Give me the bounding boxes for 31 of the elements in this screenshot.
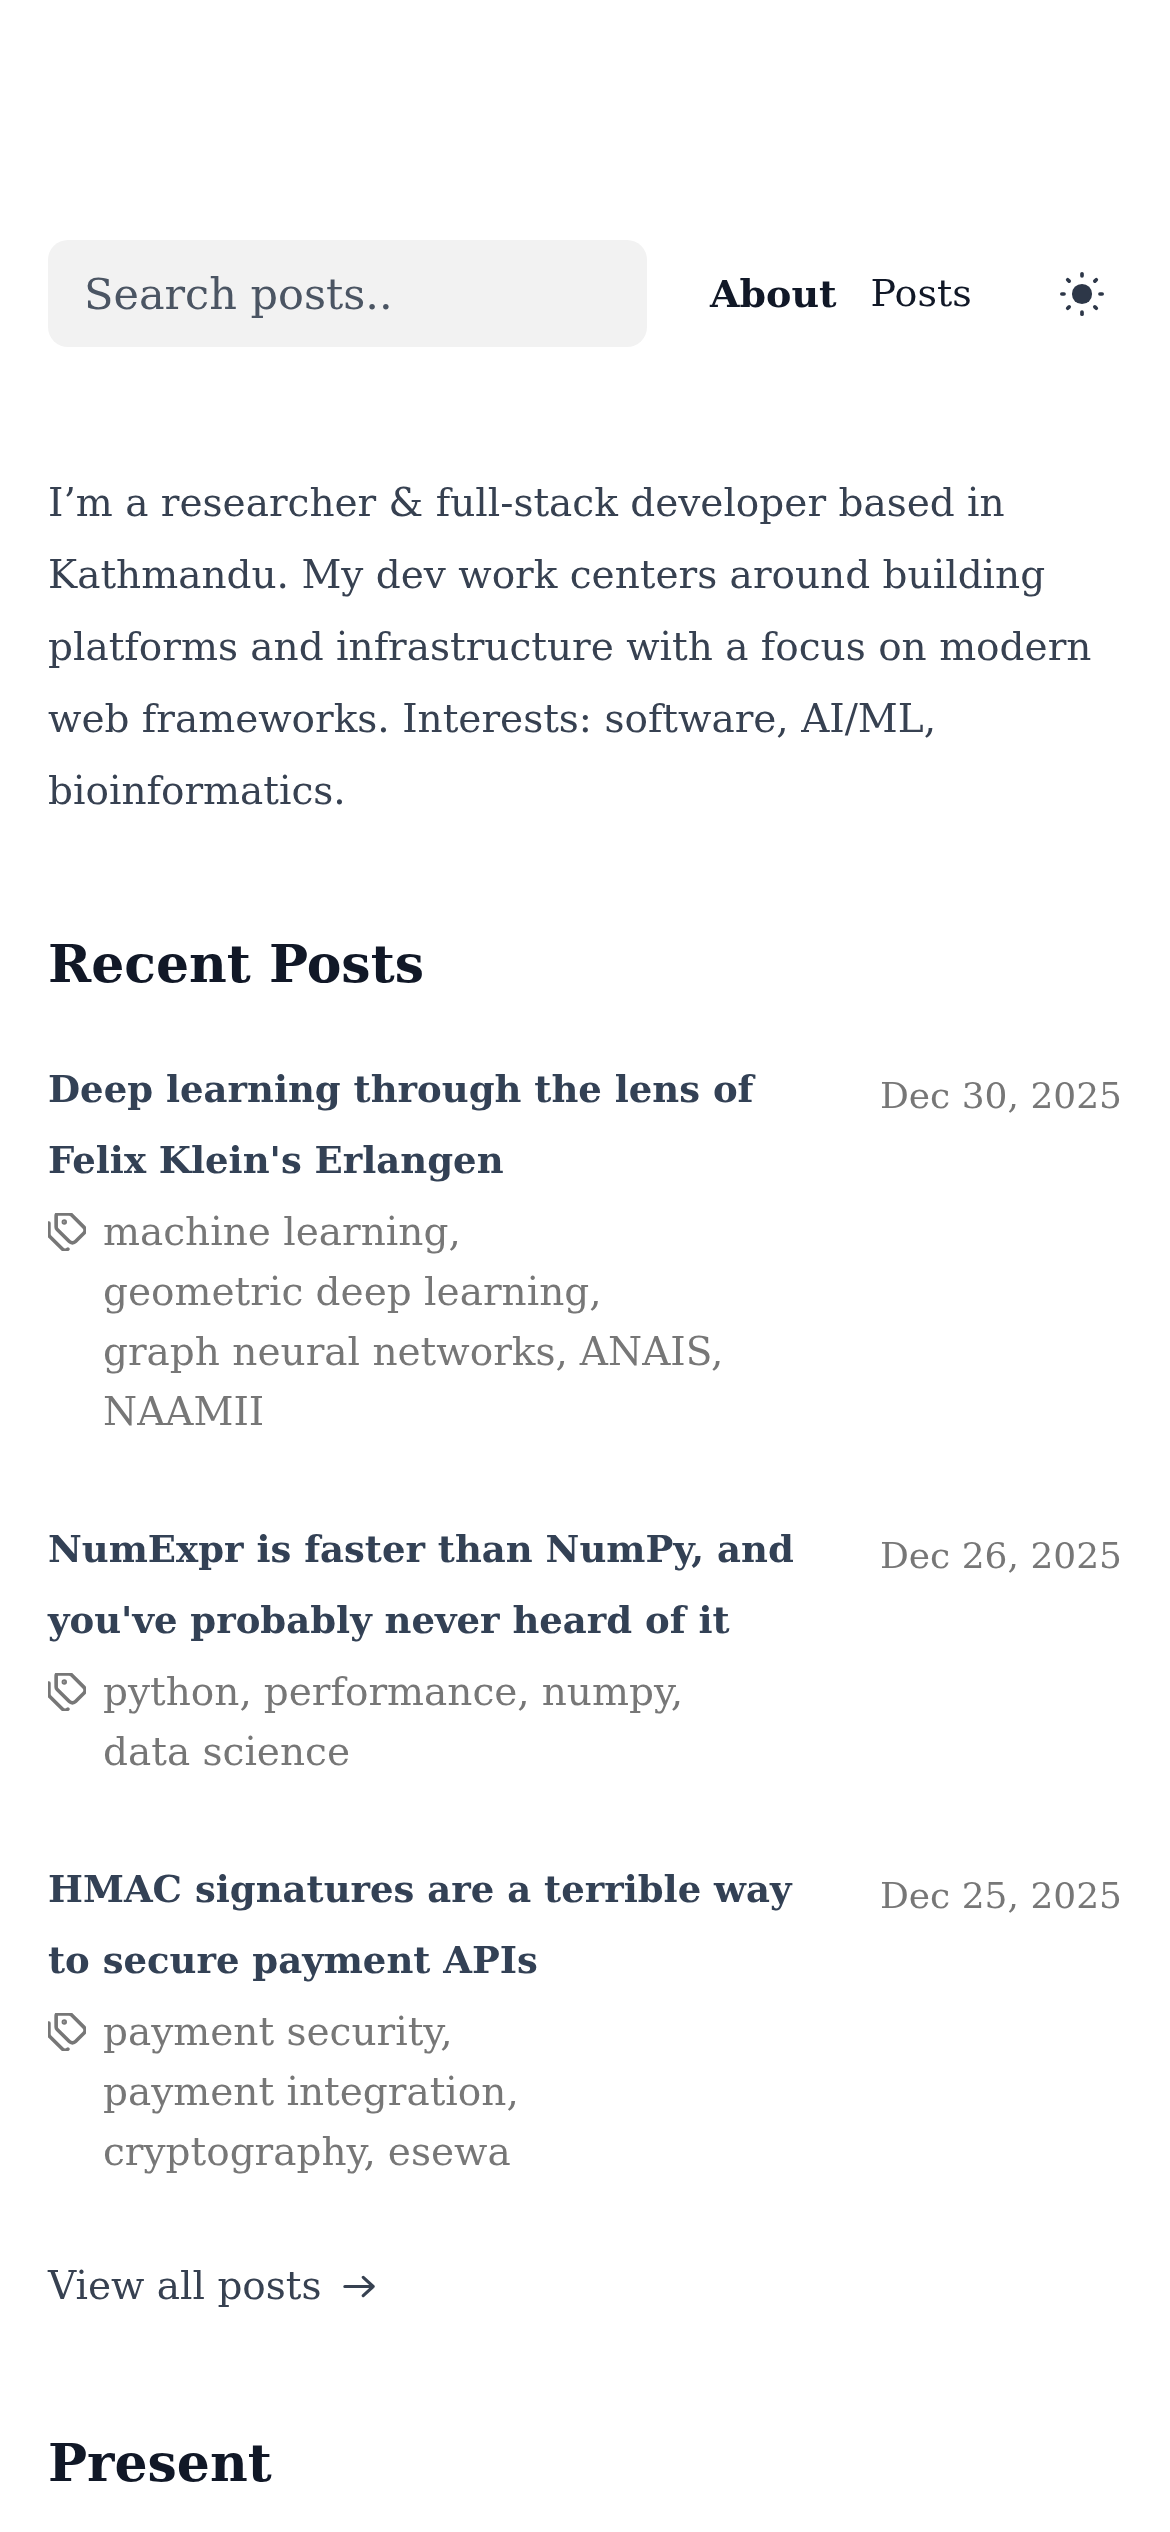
tag-link[interactable]: esewa xyxy=(387,2122,511,2182)
nav-link[interactable]: About xyxy=(710,265,837,322)
post-date: Dec 26, 2025 xyxy=(879,1534,1122,1578)
post-title-link[interactable]: NumExpr is faster than NumPy, and you've probably never heard of it xyxy=(48,1514,818,1656)
recent-posts-heading: Recent Posts xyxy=(48,932,425,996)
post-date: Dec 25, 2025 xyxy=(879,1874,1122,1918)
tag-link[interactable]: python, xyxy=(103,1662,252,1722)
tag-link[interactable]: graph neural networks, xyxy=(103,1322,568,1382)
tag-link[interactable]: geometric deep learning, xyxy=(103,1262,602,1322)
tag-link[interactable]: payment integration, xyxy=(103,2062,519,2122)
tag-link[interactable]: NAAMII xyxy=(103,1382,265,1442)
present-heading: Present xyxy=(48,2431,273,2495)
intro-paragraph: I’m a researcher & full-stack developer based in Kathmandu. My dev work centers around building platforms and infrastructure with a focus on modern web frameworks. Interests: software, AI/ML, bioinformatics. xyxy=(48,479,1093,815)
sun-icon[interactable] xyxy=(1060,271,1104,316)
post-title-link[interactable]: HMAC signatures are a terrible way to secure payment APIs xyxy=(48,1854,818,1996)
tag-link[interactable]: performance, xyxy=(263,1662,530,1722)
tags-icon xyxy=(48,1213,86,1251)
post-date: Dec 30, 2025 xyxy=(879,1074,1122,1118)
arrow-right-icon xyxy=(341,2274,376,2298)
tags-icon xyxy=(48,2013,86,2051)
tags-icon xyxy=(48,1673,86,1711)
tag-link[interactable]: data science xyxy=(103,1722,350,1782)
tag-link[interactable]: machine learning, xyxy=(103,1202,461,1262)
view-all-posts-link[interactable]: View all posts xyxy=(48,2256,376,2316)
tag-link[interactable]: cryptography, xyxy=(103,2122,376,2182)
tag-link[interactable]: payment security, xyxy=(103,2002,453,2062)
search-field[interactable]: Search posts.. xyxy=(48,240,647,347)
nav-link[interactable]: Posts xyxy=(870,265,972,322)
tag-link[interactable]: ANAIS, xyxy=(579,1322,724,1382)
post-title-link[interactable]: Deep learning through the lens of Felix Klein's Erlangen xyxy=(48,1054,818,1196)
tag-link[interactable]: numpy, xyxy=(541,1662,684,1722)
